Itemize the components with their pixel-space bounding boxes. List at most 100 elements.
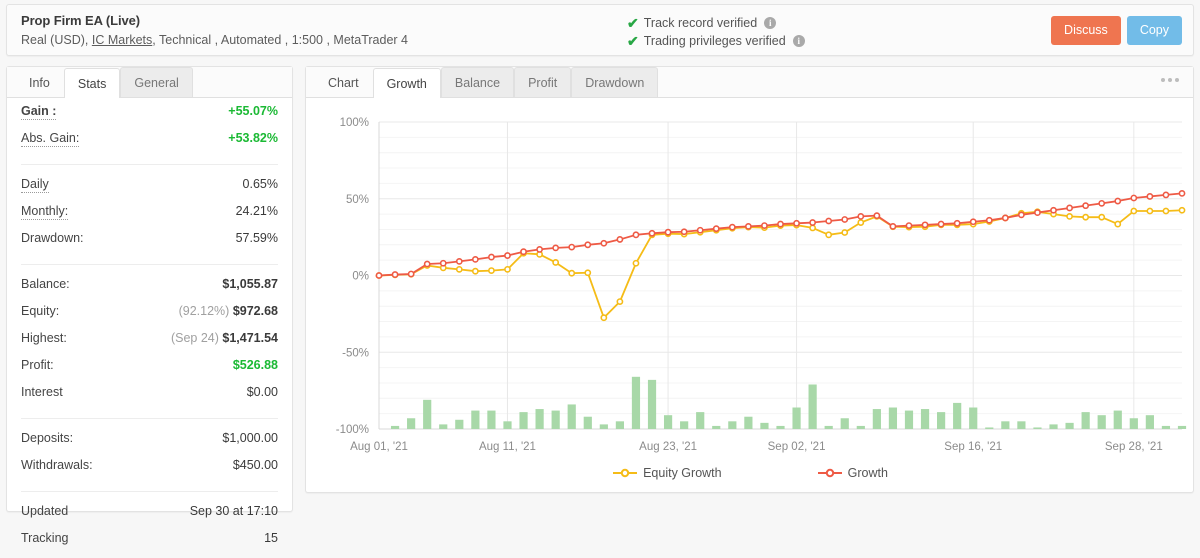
series-point[interactable]	[616, 298, 624, 305]
series-point[interactable]	[761, 222, 768, 230]
series-point[interactable]	[793, 219, 800, 227]
stat-label[interactable]: Monthly:	[21, 204, 69, 220]
series-point[interactable]	[423, 260, 431, 268]
stat-row-tracking: Tracking 15	[21, 531, 278, 558]
series-point[interactable]	[407, 270, 415, 278]
series-point[interactable]	[1130, 207, 1138, 215]
series-point[interactable]	[616, 236, 624, 243]
tab-profit[interactable]: Profit	[514, 67, 572, 97]
series-point[interactable]	[1066, 204, 1073, 212]
series-point[interactable]	[873, 212, 881, 220]
series-point[interactable]	[552, 259, 560, 266]
series-point[interactable]	[584, 241, 592, 249]
series-point[interactable]	[841, 216, 849, 223]
series-point[interactable]	[600, 314, 608, 322]
series-point[interactable]	[584, 269, 592, 277]
series-point[interactable]	[857, 213, 865, 220]
series-point[interactable]	[1146, 193, 1154, 200]
series-point[interactable]	[375, 272, 383, 279]
series-point[interactable]	[809, 219, 817, 226]
legend-item-equity-growth[interactable]: Equity Growth	[613, 466, 722, 480]
series-point[interactable]	[712, 225, 720, 233]
series-point[interactable]	[648, 229, 656, 237]
series-point[interactable]	[857, 219, 865, 226]
activity-bar	[535, 409, 544, 429]
series-point[interactable]	[504, 252, 511, 259]
copy-button[interactable]: Copy	[1126, 16, 1182, 45]
info-icon[interactable]: i	[764, 17, 777, 29]
divider	[21, 164, 278, 165]
series-point[interactable]	[905, 222, 913, 230]
series-point[interactable]	[1066, 213, 1073, 220]
series-point[interactable]	[841, 229, 849, 236]
series-point[interactable]	[552, 244, 560, 252]
series-point[interactable]	[825, 217, 833, 225]
series-point[interactable]	[520, 248, 527, 256]
series-point[interactable]	[664, 228, 672, 236]
series-point[interactable]	[985, 216, 993, 224]
tab-info[interactable]: Info	[15, 67, 64, 97]
series-point[interactable]	[488, 253, 495, 261]
series-point[interactable]	[825, 231, 833, 239]
tab-general[interactable]: General	[120, 67, 193, 97]
series-point[interactable]	[809, 224, 817, 232]
series-point[interactable]	[921, 221, 929, 229]
tab-chart[interactable]: Chart	[314, 67, 373, 97]
stat-label: Interest	[21, 385, 63, 399]
discuss-button[interactable]: Discuss	[1051, 16, 1121, 45]
series-point[interactable]	[969, 218, 977, 226]
series-point[interactable]	[488, 267, 495, 274]
series-point[interactable]	[1146, 207, 1154, 215]
stat-row-profit: Profit: $526.88	[21, 358, 278, 385]
series-point[interactable]	[1178, 189, 1186, 197]
series-point[interactable]	[1178, 206, 1186, 214]
series-point[interactable]	[889, 222, 897, 230]
tab-growth[interactable]: Growth	[372, 68, 441, 98]
series-point[interactable]	[728, 223, 736, 231]
legend-item-growth[interactable]: Growth	[817, 466, 888, 480]
series-point[interactable]	[696, 226, 704, 234]
info-icon[interactable]: i	[792, 35, 805, 47]
series-point[interactable]	[1018, 211, 1025, 219]
series-point[interactable]	[1098, 199, 1106, 207]
series-point[interactable]	[600, 239, 608, 247]
series-point[interactable]	[777, 220, 784, 228]
stat-label[interactable]: Gain :	[21, 104, 57, 120]
series-point[interactable]	[1162, 207, 1170, 215]
series-point[interactable]	[1034, 209, 1041, 216]
series-point[interactable]	[1082, 202, 1090, 210]
tab-drawdown[interactable]: Drawdown	[571, 67, 659, 97]
series-point[interactable]	[1001, 214, 1009, 222]
series-point[interactable]	[1098, 213, 1106, 221]
series-point[interactable]	[455, 257, 463, 265]
series-point[interactable]	[1082, 213, 1090, 221]
series-point[interactable]	[1162, 191, 1170, 199]
series-point[interactable]	[953, 219, 961, 227]
series-point[interactable]	[1130, 194, 1138, 202]
series-point[interactable]	[568, 269, 576, 277]
broker-link[interactable]: IC Markets	[92, 33, 152, 47]
tab-stats[interactable]: Stats	[63, 68, 121, 98]
series-point[interactable]	[536, 246, 543, 253]
series-point[interactable]	[471, 267, 479, 275]
series-point[interactable]	[937, 220, 945, 228]
tab-balance[interactable]: Balance	[440, 67, 515, 97]
series-point[interactable]	[1114, 197, 1122, 205]
series-point[interactable]	[455, 265, 463, 273]
series-point[interactable]	[471, 255, 479, 263]
stat-row-deposits: Deposits: $1,000.00	[21, 431, 278, 458]
series-point[interactable]	[1050, 206, 1057, 214]
series-point[interactable]	[391, 271, 399, 278]
more-options-icon[interactable]	[1161, 78, 1179, 82]
stat-label[interactable]: Daily	[21, 177, 49, 193]
series-point[interactable]	[744, 222, 752, 230]
series-point[interactable]	[568, 243, 576, 251]
series-point[interactable]	[680, 228, 688, 236]
series-point[interactable]	[632, 231, 640, 239]
stat-label[interactable]: Abs. Gain:	[21, 131, 80, 147]
series-point[interactable]	[1114, 220, 1122, 228]
series-point[interactable]	[504, 265, 511, 273]
series-point[interactable]	[632, 259, 640, 267]
series-point[interactable]	[439, 259, 447, 267]
stat-value: 57.59%	[235, 231, 278, 245]
